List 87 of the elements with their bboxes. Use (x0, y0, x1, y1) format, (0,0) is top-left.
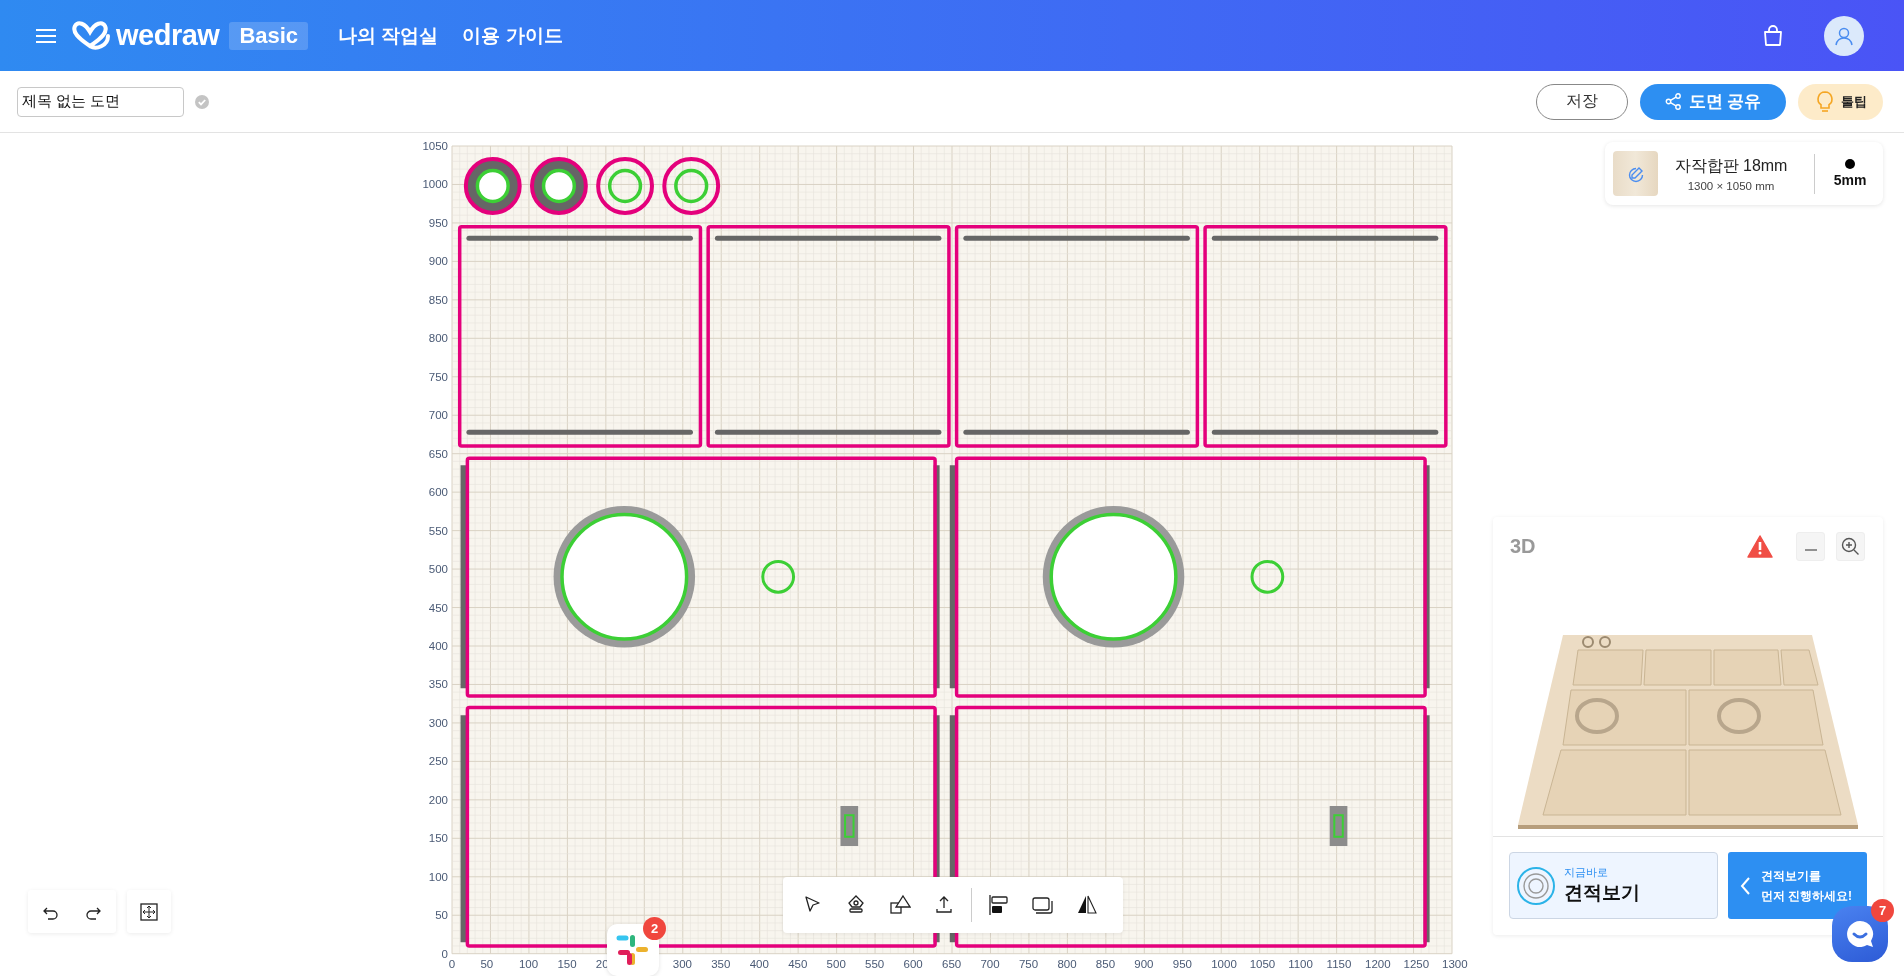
warning-icon[interactable] (1747, 534, 1773, 558)
save-button[interactable]: 저장 (1536, 83, 1628, 120)
axis-label: 400 (749, 957, 769, 970)
axis-label: 50 (480, 957, 494, 970)
brand-logo-text: wedraw (116, 19, 220, 52)
axis-label: 350 (428, 678, 448, 691)
axis-label: 1100 (1288, 957, 1313, 970)
material-card[interactable]: 자작합판 18mm 1300 × 1050 mm 5mm (1605, 142, 1883, 205)
axis-label: 700 (980, 957, 1000, 970)
chat-button[interactable] (1832, 906, 1888, 962)
user-icon (1834, 25, 1854, 46)
panel-title: 3D (1510, 534, 1536, 558)
chevron-left-icon (1739, 876, 1751, 895)
app-launcher-button[interactable] (607, 924, 659, 976)
axis-label: 700 (428, 409, 448, 422)
quote-button[interactable]: 지금바로 견적보기 (1509, 852, 1718, 919)
axis-label: 900 (1134, 957, 1154, 970)
nav-link[interactable]: 나의 작업실 (338, 22, 439, 49)
nav-link[interactable]: 이용 가이드 (462, 22, 563, 49)
axis-label: 750 (428, 370, 448, 383)
axis-label: 800 (1057, 957, 1077, 970)
axis-label: 100 (518, 957, 539, 970)
axis-label: 550 (428, 524, 448, 537)
axis-label: 1050 (1249, 957, 1276, 970)
dot-icon (1845, 159, 1855, 169)
axis-label: 150 (428, 832, 448, 845)
axis-label: 300 (672, 957, 692, 970)
tip-button[interactable]: 툴팁 (1798, 83, 1883, 120)
axis-label: 1250 (1403, 957, 1430, 970)
axis-label: 1200 (1365, 957, 1391, 970)
chat-icon (1845, 919, 1875, 949)
axis-label: 950 (1172, 957, 1192, 970)
coin-icon (1516, 865, 1556, 906)
axis-label: 1300 (1442, 957, 1468, 970)
minimize-button[interactable] (1796, 531, 1825, 561)
axis-label: 1050 (422, 140, 448, 152)
axis-label: 850 (1095, 957, 1116, 970)
axis-label: 800 (428, 332, 448, 345)
share-icon (1664, 93, 1681, 110)
check-icon (195, 94, 209, 109)
plan-badge: Basic (229, 21, 309, 50)
bit-size: 5mm (1833, 172, 1867, 188)
axis-label: 1000 (1211, 957, 1237, 970)
axis-label: 750 (1018, 957, 1039, 970)
axis-label: 150 (557, 957, 577, 970)
fit-view-icon (140, 902, 158, 921)
axis-label: 100 (428, 870, 448, 883)
shopping-bag-icon[interactable] (1762, 24, 1784, 47)
app-logo-icon (616, 933, 650, 967)
axis-label: 600 (903, 957, 923, 970)
notification-badge: 7 (1871, 899, 1894, 922)
axis-label: 250 (428, 755, 448, 768)
axis-label: 1000 (422, 178, 448, 191)
axis-label: 450 (788, 957, 808, 970)
axis-label: 200 (428, 793, 448, 806)
hint-text: 견적보기를 먼저 진행하세요! (1760, 867, 1853, 905)
axis-label: 400 (428, 640, 448, 652)
quote-label: 견적보기 (1564, 881, 1640, 905)
ring-part (596, 157, 654, 215)
axis-label: 850 (428, 293, 448, 306)
axis-label: 300 (428, 716, 448, 729)
quote-caption: 지금바로 (1564, 865, 1608, 880)
zoom-in-button[interactable] (1836, 531, 1865, 561)
axis-label: 600 (428, 486, 448, 499)
lightbulb-icon (1814, 90, 1835, 113)
axis-label: 0 (441, 947, 448, 960)
zoom-in-icon (1841, 536, 1860, 556)
axis-label: 950 (428, 216, 448, 229)
fit-view-button[interactable] (127, 890, 171, 933)
axis-label: 550 (865, 957, 885, 970)
title-field[interactable]: 제목 없는 도면 (17, 86, 184, 117)
profile-avatar[interactable] (1824, 15, 1864, 56)
axis-label: 350 (711, 957, 731, 970)
material-name: 자작합판 18mm (1674, 155, 1788, 176)
axis-label: 1150 (1326, 957, 1352, 970)
axis-label: 450 (428, 601, 448, 614)
axis-label: 500 (826, 957, 846, 970)
axis-label: 650 (942, 957, 962, 970)
logo-icon (70, 19, 112, 52)
material-size: 1300 × 1050 mm (1687, 179, 1775, 192)
ring-part (662, 157, 721, 215)
axis-label: 500 (428, 563, 448, 576)
minus-icon (1804, 549, 1817, 551)
axis-label: 50 (435, 909, 448, 922)
axis-label: 900 (428, 255, 448, 268)
axis-label: 650 (428, 447, 448, 460)
axis-label: 0 (448, 957, 456, 970)
